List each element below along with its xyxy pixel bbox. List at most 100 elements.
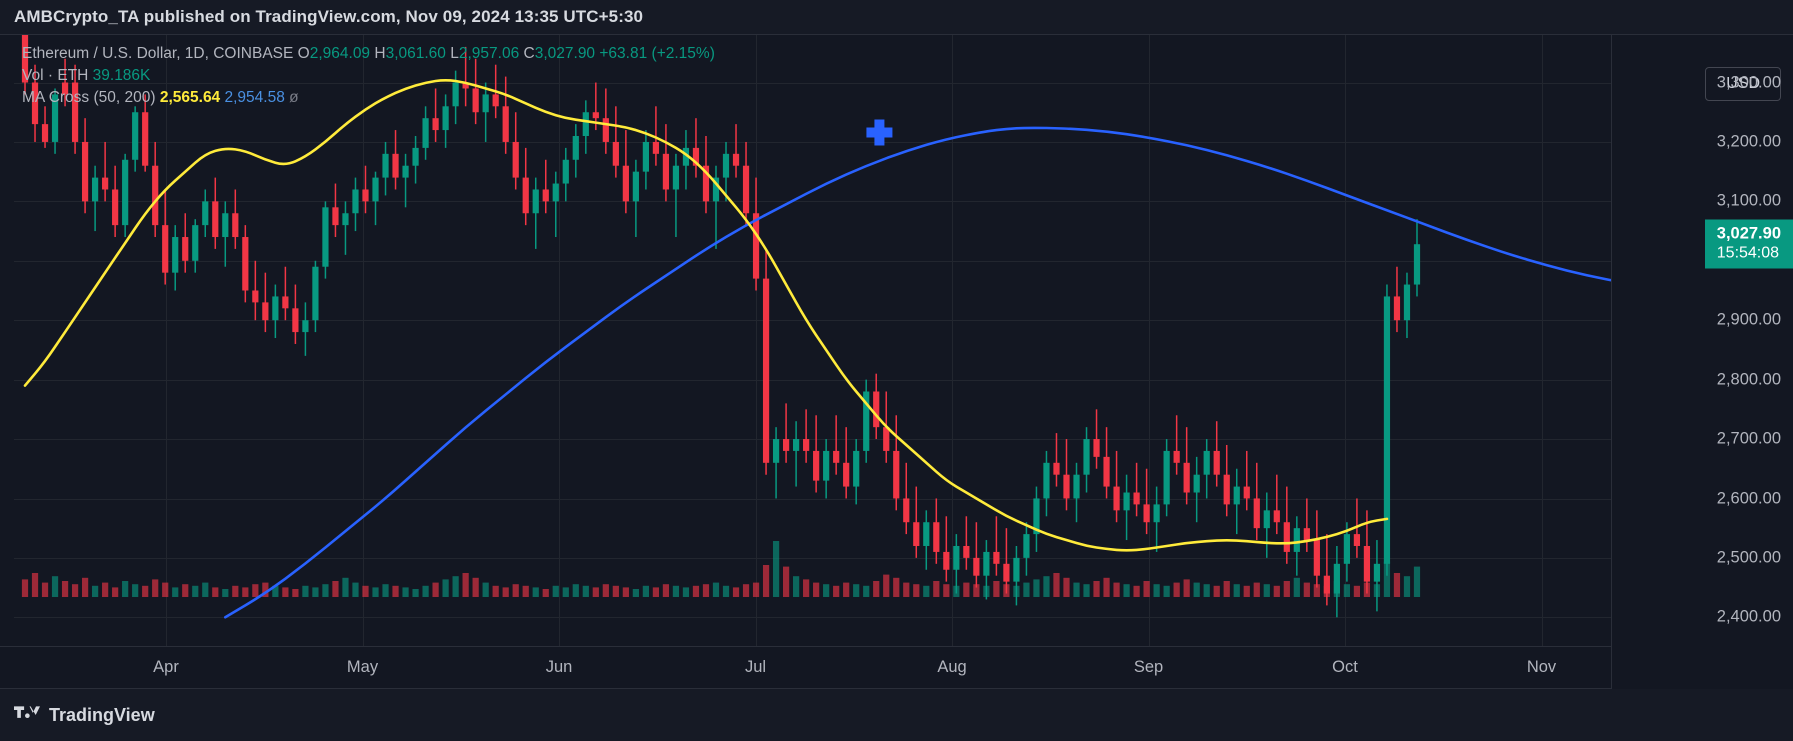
volume-bar	[1413, 566, 1421, 597]
volume-bar	[742, 584, 750, 597]
candle-body	[342, 213, 349, 226]
volume-bar	[1233, 584, 1240, 597]
candle-body	[1273, 510, 1280, 523]
candle-body	[332, 207, 339, 226]
candle-body	[722, 153, 730, 178]
ma-cross-plus-icon[interactable]	[866, 119, 893, 146]
candle-body	[933, 522, 940, 552]
candle-body	[772, 439, 780, 463]
volume-bar	[913, 584, 920, 597]
volume-bar	[41, 582, 49, 597]
volume-bar	[943, 584, 950, 597]
volume-bar	[472, 577, 479, 597]
volume-bar	[612, 585, 619, 597]
candle-body	[1013, 557, 1020, 582]
price-tick-label: 3,300.00	[1716, 73, 1781, 91]
candle-body	[492, 94, 499, 107]
volume-bar	[782, 566, 790, 597]
volume-bar	[843, 582, 850, 597]
candle-body	[943, 551, 950, 570]
price-tick-label: 2,500.00	[1716, 548, 1781, 567]
candle-body	[92, 177, 99, 202]
volume-bar	[1073, 582, 1080, 597]
time-tick-label: Aug	[937, 658, 967, 676]
footer-bar: TradingView	[0, 689, 1793, 741]
chart-plot-area[interactable]	[14, 35, 1611, 647]
volume-bar	[322, 584, 329, 597]
candle-body	[362, 189, 369, 202]
tradingview-brand-label: TradingView	[49, 704, 155, 725]
candle-body	[652, 141, 660, 154]
publisher-credit-text: AMBCrypto_TA published on TradingView.co…	[14, 7, 644, 26]
price-tick-label: 3,200.00	[1716, 132, 1781, 151]
volume-bar	[122, 581, 129, 597]
candle-body	[1063, 474, 1070, 499]
candle-body	[1103, 456, 1110, 487]
candle-body	[592, 112, 599, 119]
volume-bar	[542, 589, 549, 597]
candle-body	[1323, 575, 1330, 594]
chart-frame[interactable]: Ethereum / U.S. Dollar, 1D, COINBASE O2,…	[0, 34, 1793, 690]
candle-body	[1203, 450, 1210, 475]
candle-body	[402, 165, 409, 178]
candle-body	[883, 427, 890, 451]
candle-body	[1193, 474, 1200, 493]
volume-bar	[242, 587, 249, 597]
volume-bar	[793, 576, 800, 597]
candle-body	[833, 450, 840, 463]
candle-body	[1113, 486, 1120, 511]
volume-bar	[512, 584, 519, 597]
volume-bar	[1103, 577, 1110, 597]
candle-body	[232, 213, 239, 238]
candle-body	[552, 183, 559, 202]
volume-bar	[893, 577, 900, 597]
time-scale[interactable]: Apr May Jun Jul Aug Sep Oct Nov	[0, 646, 1611, 688]
candle-body	[993, 551, 1000, 564]
candle-body	[182, 237, 189, 261]
candle-body	[813, 450, 820, 481]
candle-body	[172, 237, 179, 273]
candle-body	[392, 153, 399, 178]
ma-cross-marker[interactable]	[866, 119, 893, 146]
volume-bar	[152, 579, 159, 597]
volume-bar	[883, 574, 890, 597]
candle-body	[1083, 439, 1090, 475]
candle-body	[61, 82, 69, 95]
volume-bar	[1203, 584, 1210, 597]
price-tick-label: 2,800.00	[1716, 370, 1781, 389]
price-tick-label: 2,900.00	[1716, 310, 1781, 329]
candle-body	[372, 177, 379, 202]
last-price-badge[interactable]: 3,027.90 15:54:08	[1704, 219, 1793, 269]
volume-bar	[232, 585, 239, 597]
volume-bar	[722, 585, 730, 597]
candle-body	[1373, 563, 1381, 582]
candle-body	[112, 189, 119, 226]
candle-body	[102, 177, 109, 190]
volume-bar	[1273, 585, 1280, 597]
publisher-credit-bar: AMBCrypto_TA published on TradingView.co…	[0, 0, 1793, 34]
volume-bar	[963, 582, 970, 597]
price-tick-label: 2,400.00	[1716, 607, 1781, 626]
volume-bar	[752, 582, 760, 597]
candle-body	[793, 439, 800, 451]
volume-bar	[772, 541, 780, 597]
chart-series-layer	[21, 35, 1611, 619]
volume-bar	[352, 582, 359, 597]
volume-bar	[81, 577, 89, 597]
volume-bar	[482, 582, 489, 597]
volume-bar	[602, 584, 609, 597]
volume-bar	[632, 589, 639, 597]
candle-body	[41, 124, 49, 142]
volume-bar	[1393, 573, 1401, 597]
candle-body	[302, 320, 309, 333]
candle-body	[1263, 510, 1270, 529]
volume-bar	[1043, 576, 1050, 597]
candle-body	[893, 450, 900, 499]
volume-bar	[292, 589, 299, 597]
volume-bar	[1063, 577, 1070, 597]
volume-bar	[1243, 585, 1250, 597]
volume-bar	[102, 582, 109, 597]
candle-body	[542, 189, 549, 202]
price-scale[interactable]: USD 3,300.00 3,200.00 3,100.00 2,900.00 2,80…	[1611, 35, 1793, 690]
candle-body	[752, 213, 760, 279]
